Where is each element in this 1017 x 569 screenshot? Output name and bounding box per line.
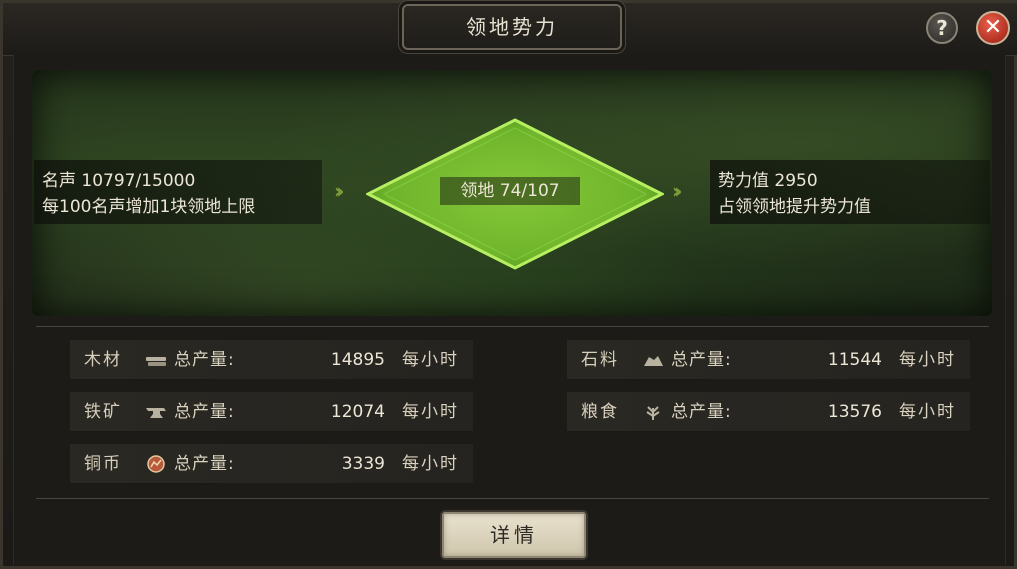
resource-unit: 每小时 [402,454,459,474]
power-value: 势力值 2950 [718,171,818,191]
resource-label: 总产量: [671,402,732,422]
resource-unit: 每小时 [402,350,459,370]
resource-row-wood: 木材 总产量: 14895 每小时 [70,340,473,380]
divider [36,498,989,499]
resource-row-grain: 粮食 总产量: 13576 每小时 [567,392,970,432]
details-button[interactable]: 详情 [442,512,586,558]
resource-label: 总产量: [671,350,732,370]
power-panel: 势力值 2950 占领领地提升势力值 [710,160,990,224]
resource-value: 12074 [330,402,385,422]
close-button[interactable]: ✕ [976,11,1010,45]
help-button[interactable]: ? [926,12,958,44]
power-note: 占领领地提升势力值 [718,197,871,217]
wood-icon [146,357,166,366]
anvil-icon [146,408,166,418]
resource-label: 总产量: [174,402,235,422]
resource-row-copper: 铜币 总产量: 3339 每小时 [70,444,473,484]
resource-row-stone: 石料 总产量: 11544 每小时 [567,340,970,380]
arrow-right-icon: ›› [334,179,345,203]
resource-unit: 每小时 [899,402,956,422]
reputation-note: 每100名声增加1块领地上限 [42,197,256,217]
title-plate: 领地势力 [402,4,622,50]
resource-label: 总产量: [174,454,235,474]
coin-icon [147,455,165,473]
resource-name: 铜币 [84,454,122,474]
resource-value: 11544 [827,350,882,370]
resource-value: 14895 [330,350,385,370]
reputation-value: 名声 10797/15000 [42,171,196,191]
resource-name: 木材 [84,350,122,370]
resource-unit: 每小时 [899,350,956,370]
territory-count: 领地 74/107 [440,177,580,205]
stone-icon [644,356,663,366]
divider [36,326,989,327]
grain-icon [646,406,660,420]
resource-row-iron: 铁矿 总产量: 12074 每小时 [70,392,473,432]
resource-label: 总产量: [174,350,235,370]
resource-value: 13576 [827,402,882,422]
reputation-panel: 名声 10797/15000 每100名声增加1块领地上限 [34,160,322,224]
resource-unit: 每小时 [402,402,459,422]
arrow-right-icon: ›› [672,179,683,203]
resource-name: 铁矿 [84,402,122,422]
resource-name: 粮食 [581,402,619,422]
resource-value: 3339 [341,454,385,474]
resource-name: 石料 [581,350,619,370]
dialog-title: 领地势力 [466,15,558,39]
